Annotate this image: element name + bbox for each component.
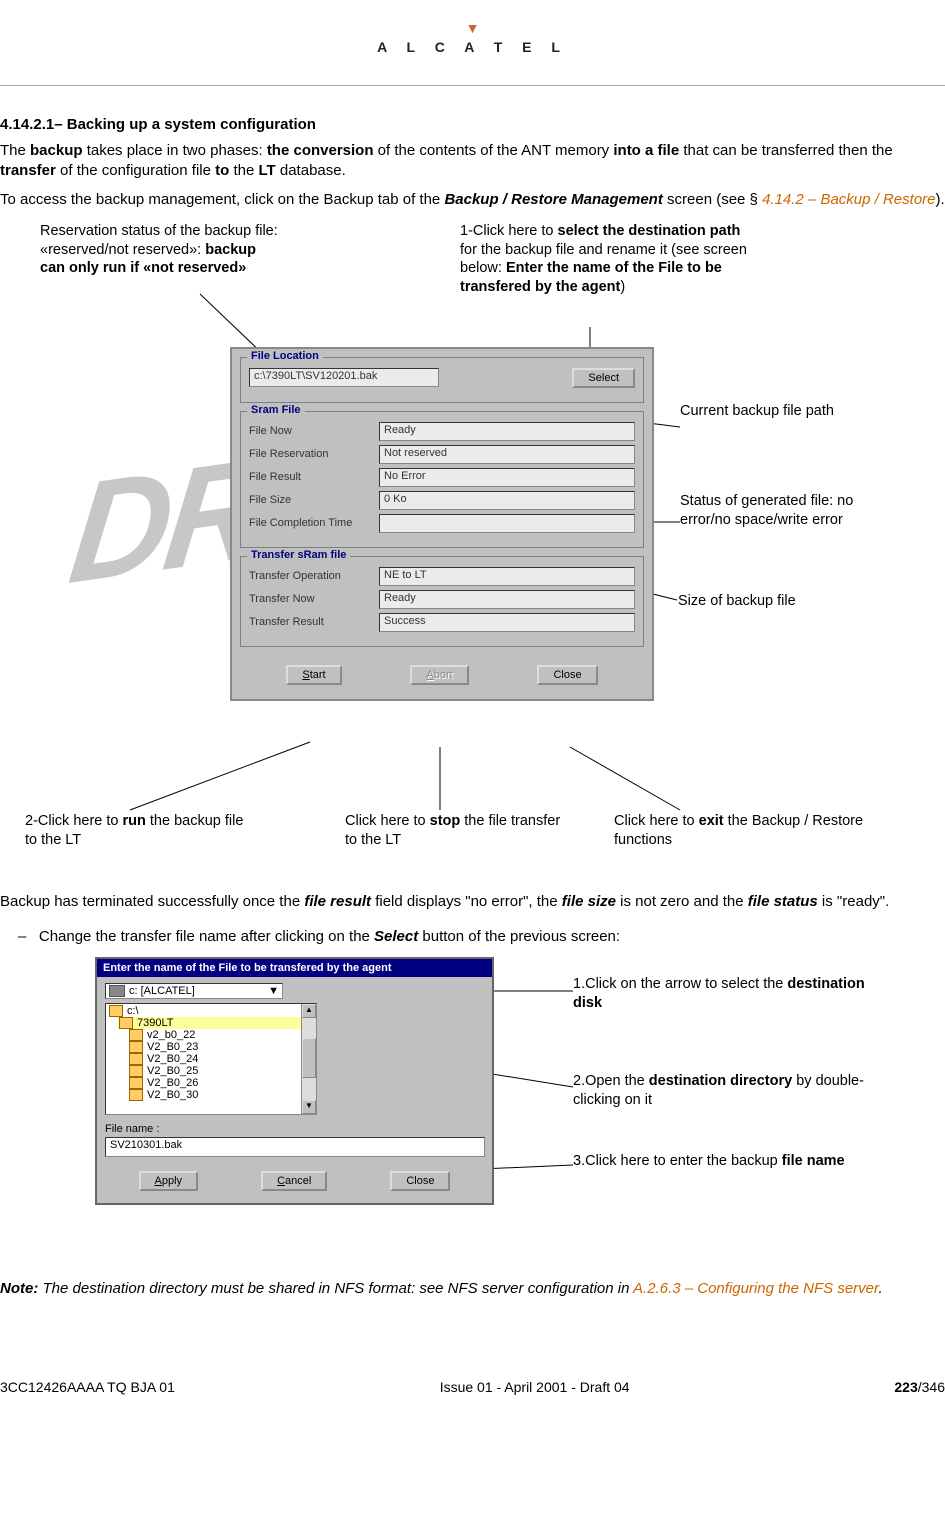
scroll-down-icon[interactable]: ▼ bbox=[302, 1100, 316, 1114]
callout-start-button: 2-Click here to run the backup file to t… bbox=[25, 812, 245, 850]
cancel-button[interactable]: Cancel bbox=[261, 1171, 327, 1191]
list-item[interactable]: c:\ bbox=[108, 1005, 314, 1017]
file-reservation-field: Not reserved bbox=[379, 445, 635, 464]
file-now-field: Ready bbox=[379, 422, 635, 441]
section-number: 4.14.2.1– bbox=[0, 116, 63, 133]
bullet-change-name: – Change the transfer file name after cl… bbox=[18, 926, 945, 947]
drive-icon bbox=[109, 985, 125, 997]
group-file-location: File Location c:\7390LT\SV120201.bak Sel… bbox=[240, 357, 644, 403]
scrollbar[interactable]: ▲ ▼ bbox=[301, 1004, 316, 1114]
file-dialog-window: Enter the name of the File to be transfe… bbox=[95, 957, 494, 1205]
paragraph-intro-1: The backup takes place in two phases: th… bbox=[0, 141, 945, 182]
dialog-button-row: Apply Cancel Close bbox=[97, 1165, 492, 1203]
folder-icon bbox=[129, 1077, 143, 1089]
list-item[interactable]: V2_B0_25 bbox=[128, 1065, 314, 1077]
file-result-field: No Error bbox=[379, 468, 635, 487]
select-button[interactable]: Select bbox=[572, 368, 635, 388]
callout-file-name: 3.Click here to enter the backup file na… bbox=[573, 1152, 883, 1171]
apply-button[interactable]: Apply bbox=[139, 1171, 199, 1191]
section-heading: 4.14.2.1– Backing up a system configurat… bbox=[0, 116, 945, 133]
file-completion-field bbox=[379, 514, 635, 533]
cross-ref-link: 4.14.2 – Backup / Restore bbox=[762, 191, 935, 208]
group-transfer-sram: Transfer sRam file Transfer OperationNE … bbox=[240, 556, 644, 647]
group-label: Transfer sRam file bbox=[247, 549, 350, 561]
brand-logo: ▼ A L C A T E L bbox=[0, 20, 945, 55]
figure-2-area: 1.Click on the arrow to select the desti… bbox=[0, 957, 945, 1257]
drive-select[interactable]: c: [ALCATEL] ▼ bbox=[105, 983, 283, 999]
callout-destination-dir: 2.Open the destination directory by doub… bbox=[573, 1072, 893, 1110]
folder-list[interactable]: c:\ 7390LT v2_b0_22 V2_B0_23 V2_B0_24 V2… bbox=[105, 1003, 317, 1115]
footer-issue: Issue 01 - April 2001 - Draft 04 bbox=[440, 1379, 630, 1395]
dropdown-arrow-icon: ▼ bbox=[268, 985, 279, 997]
divider bbox=[0, 85, 945, 86]
folder-icon bbox=[129, 1029, 143, 1041]
list-item[interactable]: V2_B0_30 bbox=[128, 1089, 314, 1101]
callout-file-status: Status of generated file: no error/no sp… bbox=[680, 492, 880, 530]
backup-window: File Location c:\7390LT\SV120201.bak Sel… bbox=[230, 347, 654, 701]
folder-icon bbox=[109, 1005, 123, 1017]
page-footer: 3CC12426AAAA TQ BJA 01 Issue 01 - April … bbox=[0, 1379, 945, 1395]
start-button[interactable]: Start bbox=[286, 665, 341, 685]
section-title-text: Backing up a system configuration bbox=[67, 116, 316, 133]
group-label: Sram File bbox=[247, 404, 305, 416]
abort-button[interactable]: Abort bbox=[410, 665, 468, 685]
note-label: Note: bbox=[0, 1280, 38, 1297]
transfer-now-field: Ready bbox=[379, 590, 635, 609]
list-item[interactable]: V2_B0_26 bbox=[128, 1077, 314, 1089]
dialog-titlebar: Enter the name of the File to be transfe… bbox=[97, 959, 492, 977]
filename-label: File name : bbox=[105, 1123, 484, 1135]
filename-input[interactable]: SV210301.bak bbox=[105, 1137, 485, 1157]
group-sram-file: Sram File File NowReady File Reservation… bbox=[240, 411, 644, 548]
folder-icon bbox=[129, 1089, 143, 1101]
paragraph-result: Backup has terminated successfully once … bbox=[0, 892, 945, 912]
footer-doc-id: 3CC12426AAAA TQ BJA 01 bbox=[0, 1379, 175, 1395]
callout-reservation: Reservation status of the backup file: «… bbox=[40, 222, 370, 279]
list-item[interactable]: V2_B0_24 bbox=[128, 1053, 314, 1065]
folder-icon bbox=[129, 1041, 143, 1053]
logo-text: A L C A T E L bbox=[0, 39, 945, 55]
close-button[interactable]: Close bbox=[537, 665, 597, 685]
group-label: File Location bbox=[247, 350, 323, 362]
transfer-operation-field: NE to LT bbox=[379, 567, 635, 586]
note-block: Note: The destination directory must be … bbox=[0, 1279, 945, 1299]
callout-destination-disk: 1.Click on the arrow to select the desti… bbox=[573, 975, 873, 1013]
callout-abort-button: Click here to stop the file transfer to … bbox=[345, 812, 565, 850]
folder-icon bbox=[119, 1017, 133, 1029]
scroll-up-icon[interactable]: ▲ bbox=[302, 1004, 316, 1018]
scroll-thumb[interactable] bbox=[302, 1038, 316, 1078]
paragraph-intro-2: To access the backup management, click o… bbox=[0, 190, 945, 210]
callout-select-path: 1-Click here to select the destination p… bbox=[460, 222, 840, 297]
file-location-input[interactable]: c:\7390LT\SV120201.bak bbox=[249, 368, 439, 387]
callout-current-path: Current backup file path bbox=[680, 402, 870, 421]
footer-page: 223/346 bbox=[894, 1379, 945, 1395]
figure-1-area: DRAFT Reservation status of the backup f… bbox=[0, 222, 945, 882]
list-item[interactable]: v2_b0_22 bbox=[128, 1029, 314, 1041]
window-button-row: Start Abort Close bbox=[232, 655, 652, 699]
folder-icon bbox=[129, 1053, 143, 1065]
file-size-field: 0 Ko bbox=[379, 491, 635, 510]
dialog-close-button[interactable]: Close bbox=[390, 1171, 450, 1191]
list-item[interactable]: V2_B0_23 bbox=[128, 1041, 314, 1053]
cross-ref-link: A.2.6.3 – Configuring the NFS server bbox=[633, 1280, 878, 1297]
transfer-result-field: Success bbox=[379, 613, 635, 632]
list-item[interactable]: 7390LT bbox=[118, 1017, 314, 1029]
logo-triangle-icon: ▼ bbox=[466, 20, 480, 36]
folder-icon bbox=[129, 1065, 143, 1077]
callout-close-button: Click here to exit the Backup / Restore … bbox=[614, 812, 914, 850]
callout-file-size: Size of backup file bbox=[678, 592, 878, 611]
